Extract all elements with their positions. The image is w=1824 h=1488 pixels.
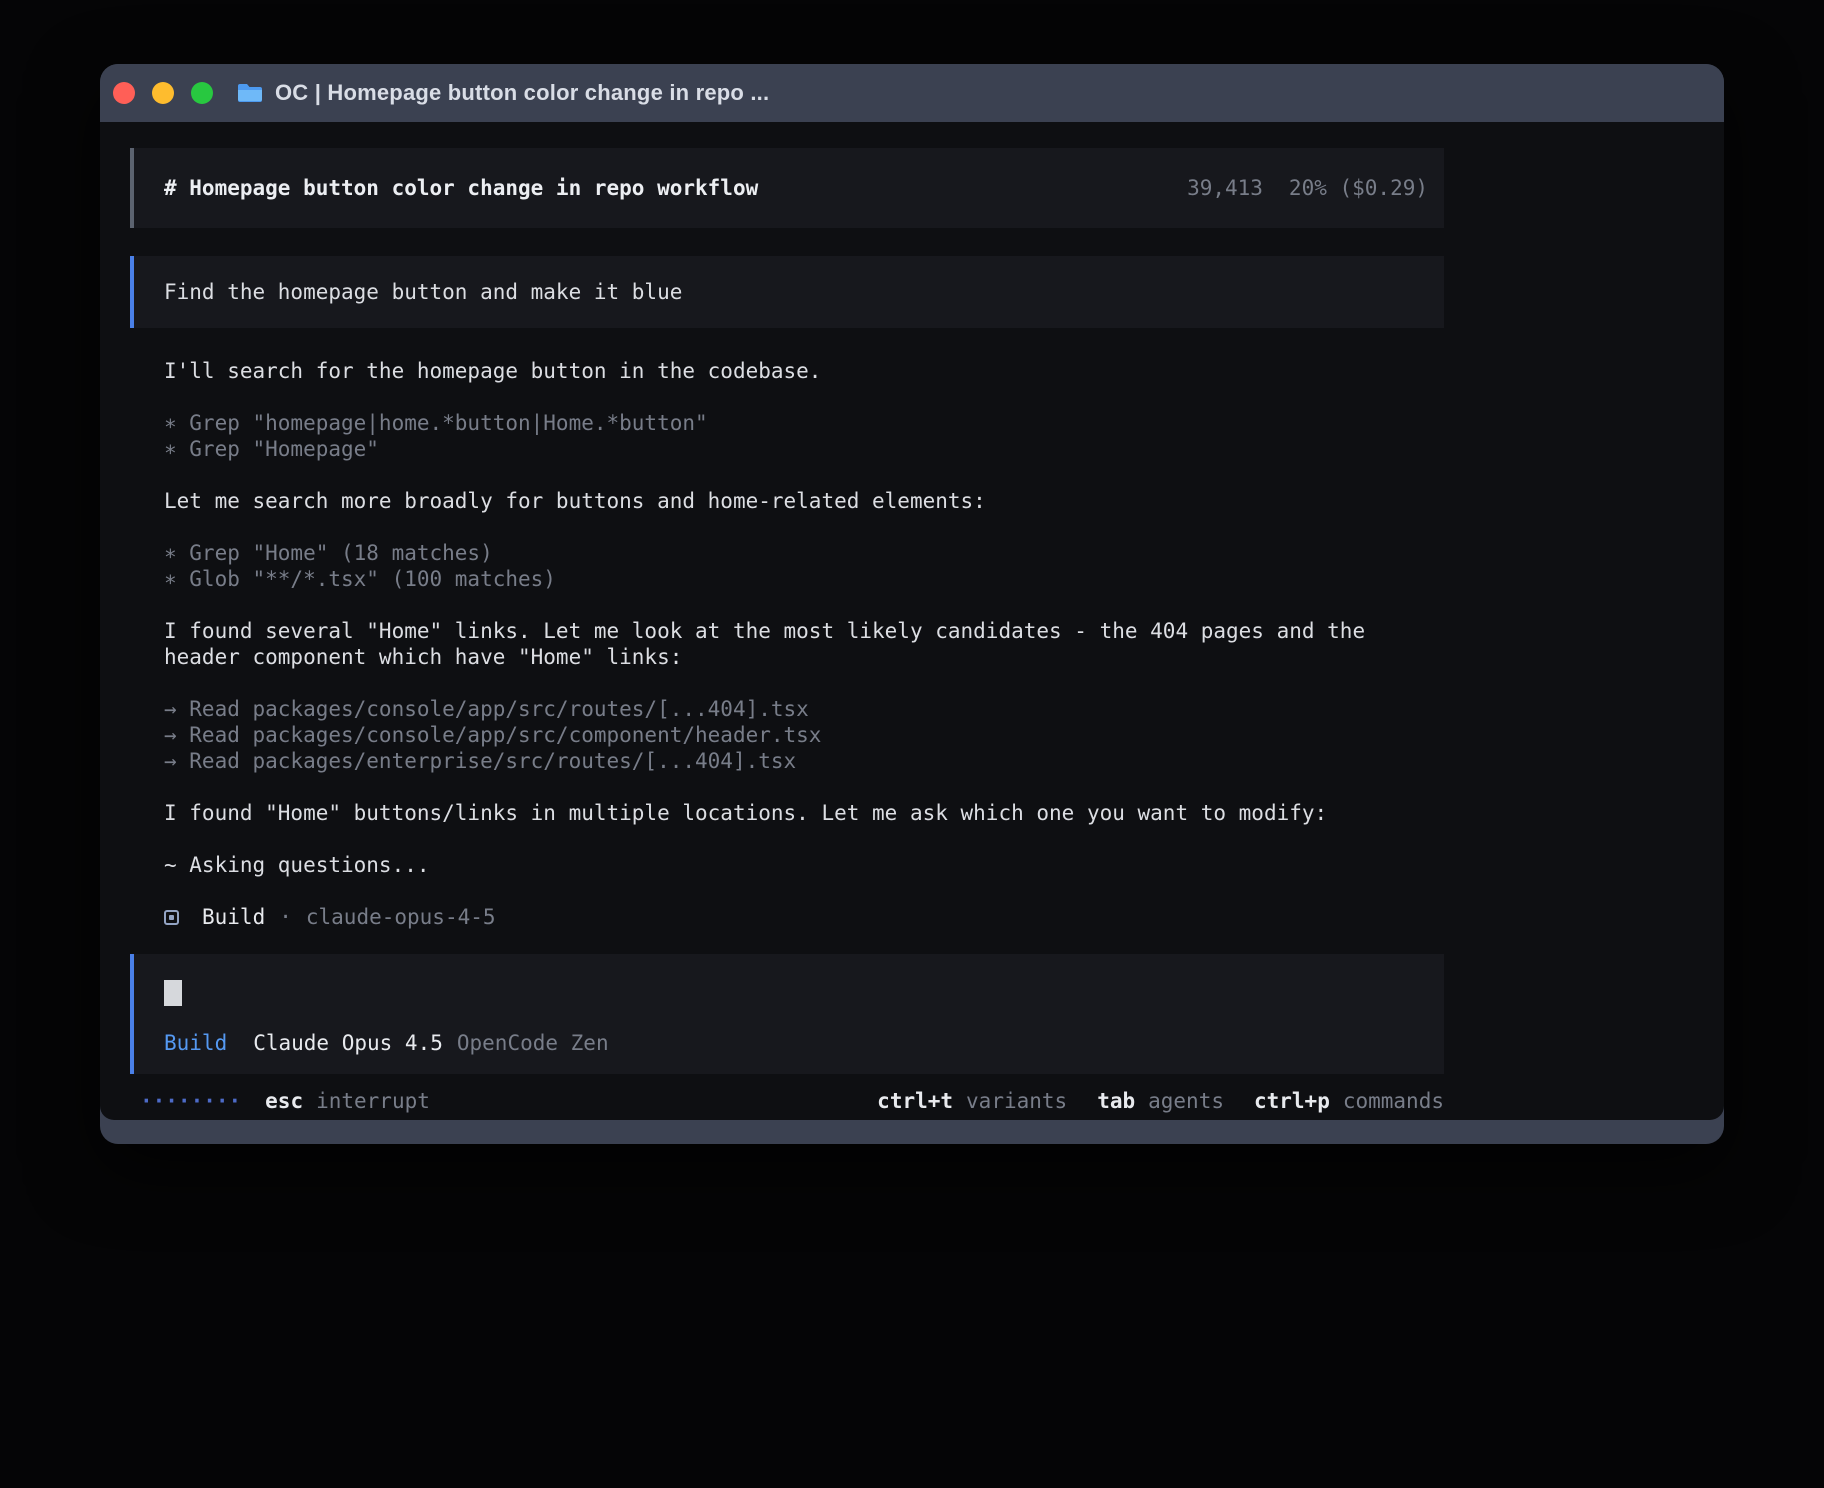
traffic-lights xyxy=(113,82,213,104)
hint-agents: tab agents xyxy=(1097,1088,1224,1114)
session-meta: 39,413 20% ($0.29) xyxy=(1187,175,1428,201)
agent-status-line: Build · claude-opus-4-5 xyxy=(130,904,1444,930)
hint-interrupt: esc interrupt xyxy=(265,1088,430,1114)
session-header: # Homepage button color change in repo w… xyxy=(130,148,1444,228)
assistant-message: Let me search more broadly for buttons a… xyxy=(130,488,1444,514)
assistant-message: I found "Home" buttons/links in multiple… xyxy=(130,800,1444,826)
provider-name: OpenCode Zen xyxy=(457,1030,609,1056)
prompt-input[interactable]: Build Claude Opus 4.5 OpenCode Zen xyxy=(130,954,1444,1074)
window-titlebar[interactable]: OC | Homepage button color change in rep… xyxy=(100,64,1724,122)
text-cursor xyxy=(164,980,182,1006)
minimize-window-button[interactable] xyxy=(152,82,174,104)
agent-mode-label[interactable]: Build xyxy=(164,1030,227,1056)
variants-label: variants xyxy=(966,1088,1067,1114)
close-window-button[interactable] xyxy=(113,82,135,104)
assistant-message: I'll search for the homepage button in t… xyxy=(130,358,1444,384)
user-message-text: Find the homepage button and make it blu… xyxy=(164,279,682,305)
tool-call-read: → Read packages/console/app/src/routes/[… xyxy=(164,696,1444,722)
session-title: # Homepage button color change in repo w… xyxy=(164,175,758,201)
tool-call-grep: ∗ Grep "Home" (18 matches) xyxy=(164,540,1444,566)
token-count: 39,413 xyxy=(1187,175,1263,201)
tool-call-grep: ∗ Grep "homepage|home.*button|Home.*butt… xyxy=(164,410,1444,436)
tool-call-grep: ∗ Grep "Homepage" xyxy=(164,436,1444,462)
tool-call-group: → Read packages/console/app/src/routes/[… xyxy=(130,696,1444,774)
commands-label: commands xyxy=(1343,1088,1444,1114)
model-name[interactable]: Claude Opus 4.5 xyxy=(253,1030,443,1056)
agent-model: claude-opus-4-5 xyxy=(306,904,496,930)
model-status-line: Build Claude Opus 4.5 OpenCode Zen xyxy=(164,1030,1414,1056)
ctrl-p-key: ctrl+p xyxy=(1254,1088,1330,1114)
esc-key: esc xyxy=(265,1088,303,1114)
tool-call-group: ∗ Grep "Home" (18 matches) ∗ Glob "**/*.… xyxy=(130,540,1444,592)
agent-separator: · xyxy=(279,904,292,930)
tab-key: tab xyxy=(1097,1088,1135,1114)
context-usage: 20% ($0.29) xyxy=(1289,175,1428,201)
assistant-message: I found several "Home" links. Let me loo… xyxy=(130,618,1444,670)
status-asking-questions: ~ Asking questions... xyxy=(130,852,1444,878)
window-title: OC | Homepage button color change in rep… xyxy=(275,80,769,106)
user-message: Find the homepage button and make it blu… xyxy=(130,256,1444,328)
tool-call-read: → Read packages/enterprise/src/routes/[.… xyxy=(164,748,1444,774)
hint-commands: ctrl+p commands xyxy=(1254,1088,1444,1114)
terminal-content: # Homepage button color change in repo w… xyxy=(100,122,1724,1120)
folder-icon xyxy=(237,82,263,104)
agent-name: Build xyxy=(202,904,265,930)
shortcut-hints: ctrl+t variants tab agents ctrl+p comman… xyxy=(877,1088,1444,1114)
agent-icon xyxy=(164,910,179,925)
hint-variants: ctrl+t variants xyxy=(877,1088,1067,1114)
tool-call-read: → Read packages/console/app/src/componen… xyxy=(164,722,1444,748)
tool-call-glob: ∗ Glob "**/*.tsx" (100 matches) xyxy=(164,566,1444,592)
tool-call-group: ∗ Grep "homepage|home.*button|Home.*butt… xyxy=(130,410,1444,462)
terminal-window: OC | Homepage button color change in rep… xyxy=(100,64,1724,1144)
zoom-window-button[interactable] xyxy=(191,82,213,104)
status-bar: ········ esc interrupt ctrl+t variants t… xyxy=(130,1088,1444,1114)
spinner-dots: ········ xyxy=(140,1088,241,1114)
ctrl-t-key: ctrl+t xyxy=(877,1088,953,1114)
agents-label: agents xyxy=(1148,1088,1224,1114)
esc-label: interrupt xyxy=(316,1088,430,1114)
